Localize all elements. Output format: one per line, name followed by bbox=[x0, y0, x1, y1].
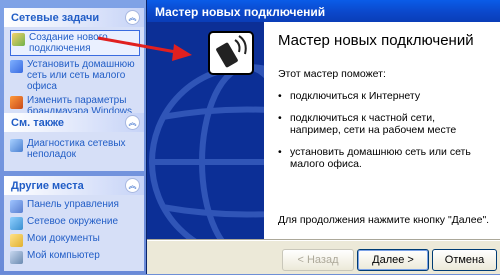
title-bar[interactable]: Мастер новых подключений bbox=[147, 0, 500, 22]
bullet-text: подключиться к частной сети, например, с… bbox=[290, 112, 457, 136]
bullet-text: подключиться к Интернету bbox=[290, 90, 421, 102]
other-places-header[interactable]: Другие места ︽ bbox=[4, 176, 144, 195]
task-label: Диагностика сетевых неполадок bbox=[27, 138, 126, 160]
bullet-text: установить домашнюю сеть или сеть малого… bbox=[290, 146, 471, 170]
wizard-content: Мастер новых подключений Этот мастер пом… bbox=[264, 22, 500, 240]
place-label: Мой компьютер bbox=[27, 250, 100, 261]
wizard-intro: Этот мастер поможет: bbox=[278, 68, 386, 80]
my-documents-icon bbox=[10, 234, 23, 247]
back-button[interactable]: < Назад bbox=[282, 249, 354, 271]
network-places-icon bbox=[10, 217, 23, 230]
place-label: Мои документы bbox=[27, 233, 100, 244]
chevron-up-icon[interactable]: ︽ bbox=[125, 10, 140, 25]
see-also-title: См. также bbox=[11, 117, 64, 129]
button-bar: < Назад Далее > Отмена bbox=[147, 240, 500, 275]
wizard-bullet: • подключиться к частной сети, например, … bbox=[278, 112, 488, 136]
place-my-computer[interactable]: Мой компьютер bbox=[10, 250, 140, 264]
other-places-title: Другие места bbox=[11, 180, 84, 192]
my-computer-icon bbox=[10, 251, 23, 264]
wizard-heading: Мастер новых подключений bbox=[278, 32, 474, 49]
next-button[interactable]: Далее > bbox=[357, 249, 429, 271]
new-connection-icon bbox=[12, 33, 25, 46]
control-panel-icon bbox=[10, 200, 23, 213]
cancel-button[interactable]: Отмена bbox=[432, 249, 497, 271]
other-places-panel: Другие места ︽ Панель управления Сетевое… bbox=[4, 176, 144, 271]
network-tasks-title: Сетевые задачи bbox=[11, 12, 100, 24]
task-diagnostics[interactable]: Диагностика сетевых неполадок bbox=[10, 138, 140, 160]
diagnostics-icon bbox=[10, 139, 23, 152]
firewall-icon bbox=[10, 96, 23, 109]
see-also-panel: См. также ︽ Диагностика сетевых неполадо… bbox=[4, 113, 144, 171]
place-network-places[interactable]: Сетевое окружение bbox=[10, 216, 140, 230]
place-my-documents[interactable]: Мои документы bbox=[10, 233, 140, 247]
network-tasks-header[interactable]: Сетевые задачи ︽ bbox=[4, 8, 144, 27]
place-label: Сетевое окружение bbox=[27, 216, 119, 227]
place-control-panel[interactable]: Панель управления bbox=[10, 199, 140, 213]
wizard-body: Этот мастер поможет: • подключиться к Инт… bbox=[278, 68, 488, 170]
wizard-bullet: • установить домашнюю сеть или сеть малог… bbox=[278, 146, 488, 170]
wizard-footer-text: Для продолжения нажмите кнопку "Далее". bbox=[278, 214, 490, 226]
home-network-icon bbox=[10, 60, 23, 73]
wizard-window: Мастер новых подключений Мастер новых по… bbox=[147, 0, 500, 274]
place-label: Панель управления bbox=[27, 199, 119, 210]
wizard-bullet: • подключиться к Интернету bbox=[278, 90, 421, 102]
window-title: Мастер новых подключений bbox=[155, 5, 326, 19]
see-also-header[interactable]: См. также ︽ bbox=[4, 113, 144, 132]
red-arrow-icon bbox=[97, 36, 192, 61]
chevron-up-icon[interactable]: ︽ bbox=[125, 178, 140, 193]
chevron-up-icon[interactable]: ︽ bbox=[125, 115, 140, 130]
